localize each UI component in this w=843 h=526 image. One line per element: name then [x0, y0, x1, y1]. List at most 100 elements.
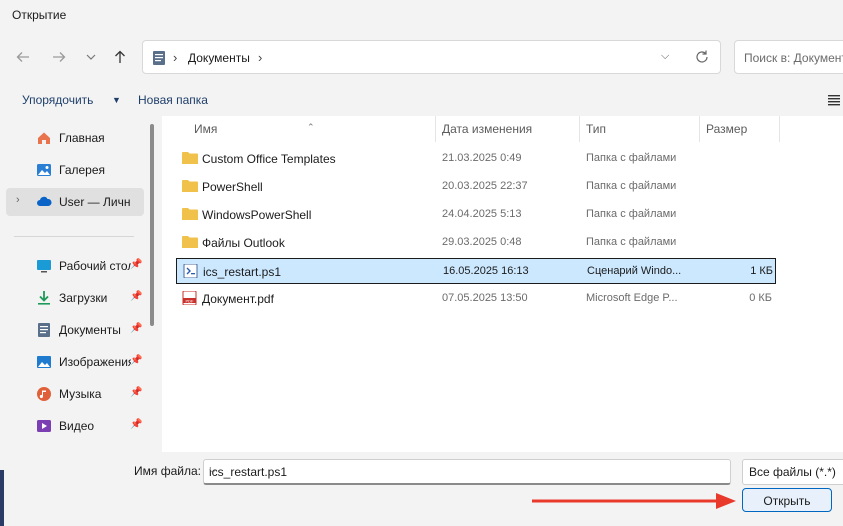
- annotation-arrow-icon: [532, 493, 736, 509]
- file-row[interactable]: PDF Документ.pdf 07.05.2025 13:50 Micros…: [176, 286, 776, 312]
- pin-icon[interactable]: 📌: [130, 387, 142, 398]
- sidebar-item-label: User — Личное: [59, 195, 131, 209]
- command-bar: Упорядочить ▼ Новая папка: [0, 86, 843, 114]
- column-divider[interactable]: [699, 116, 700, 142]
- pdf-file-icon: PDF: [182, 291, 197, 305]
- refresh-icon[interactable]: [693, 48, 711, 66]
- file-date: 20.03.2025 22:37: [442, 180, 528, 192]
- open-file-dialog: Открытие › Документы › ⌵ Поиск в: Докуме…: [0, 0, 843, 526]
- back-button[interactable]: [10, 44, 36, 70]
- folder-icon: [182, 152, 198, 164]
- pin-icon[interactable]: 📌: [130, 259, 142, 270]
- file-name: Custom Office Templates: [202, 152, 336, 166]
- desktop-icon: [37, 260, 51, 273]
- sidebar-item-documents[interactable]: Документы 📌: [6, 316, 144, 344]
- sidebar-item-gallery[interactable]: Галерея: [6, 156, 144, 184]
- chevron-down-icon: [86, 54, 96, 60]
- file-row[interactable]: PowerShell 20.03.2025 22:37 Папка с файл…: [176, 174, 776, 200]
- sidebar-item-pictures[interactable]: Изображения 📌: [6, 348, 144, 376]
- sidebar-item-label: Музыка: [59, 387, 102, 401]
- folder-icon: [182, 208, 198, 220]
- folder-icon: [182, 180, 198, 192]
- sidebar-item-label: Галерея: [59, 163, 106, 177]
- breadcrumb-separator[interactable]: ›: [258, 50, 262, 65]
- file-size: 1 КБ: [750, 265, 773, 277]
- filename-label: Имя файла:: [134, 464, 201, 478]
- documents-icon: [38, 323, 50, 337]
- filename-input[interactable]: ics_restart.ps1 ⌵: [203, 459, 731, 485]
- sidebar-divider: [14, 236, 134, 237]
- chevron-down-icon[interactable]: ⌵: [209, 465, 723, 476]
- arrow-up-icon: [115, 50, 125, 63]
- file-type: Папка с файлами: [586, 152, 677, 164]
- recent-locations-button[interactable]: [78, 44, 104, 70]
- file-type: Папка с файлами: [586, 180, 677, 192]
- sidebar-item-label: Видео: [59, 419, 95, 433]
- file-size: 0 КБ: [749, 292, 772, 304]
- pictures-icon: [37, 356, 51, 368]
- column-header-date[interactable]: Дата изменения: [442, 122, 532, 136]
- sidebar-item-label: Загрузки: [59, 291, 108, 305]
- sidebar-item-video[interactable]: Видео 📌: [6, 412, 144, 440]
- document-location-icon: [153, 51, 165, 65]
- file-type-filter[interactable]: Все файлы (*.*): [742, 459, 843, 485]
- sort-ascending-icon: ⌃: [307, 122, 315, 132]
- new-folder-button[interactable]: Новая папка: [138, 93, 208, 107]
- address-bar[interactable]: › Документы › ⌵: [142, 40, 721, 74]
- file-date: 29.03.2025 0:48: [442, 236, 522, 248]
- breadcrumb-documents[interactable]: Документы: [188, 51, 250, 65]
- title-bar: Открытие: [0, 0, 843, 32]
- navigation-pane: Главная Галерея › User — Личное Рабочий …: [0, 116, 150, 452]
- file-row[interactable]: Custom Office Templates 21.03.2025 0:49 …: [176, 146, 776, 172]
- sidebar-item-home[interactable]: Главная: [6, 124, 144, 152]
- file-row-selected[interactable]: ics_restart.ps1 16.05.2025 16:13 Сценари…: [176, 258, 776, 284]
- organize-dropdown-icon[interactable]: ▼: [112, 95, 121, 105]
- dialog-title: Открытие: [12, 8, 67, 22]
- column-divider[interactable]: [579, 116, 580, 142]
- column-divider[interactable]: [435, 116, 436, 142]
- open-button[interactable]: Открыть: [742, 488, 832, 512]
- search-input[interactable]: Поиск в: Документы: [734, 40, 843, 74]
- organize-button[interactable]: Упорядочить: [22, 93, 93, 107]
- file-name: ics_restart.ps1: [203, 265, 282, 279]
- file-name: Документ.pdf: [202, 292, 274, 306]
- column-header-type[interactable]: Тип: [586, 122, 606, 136]
- chevron-right-icon[interactable]: ›: [16, 194, 20, 206]
- column-header-size[interactable]: Размер: [706, 122, 747, 136]
- onedrive-cloud-icon: [37, 196, 52, 206]
- sidebar-item-label: Документы: [59, 323, 121, 337]
- search-placeholder: Поиск в: Документы: [744, 51, 843, 65]
- column-divider[interactable]: [779, 116, 780, 142]
- file-row[interactable]: WindowsPowerShell 24.04.2025 5:13 Папка …: [176, 202, 776, 228]
- download-icon: [38, 291, 50, 305]
- sidebar-item-downloads[interactable]: Загрузки 📌: [6, 284, 144, 312]
- pin-icon[interactable]: 📌: [130, 323, 142, 334]
- view-options-icon[interactable]: [828, 94, 840, 106]
- pin-icon[interactable]: 📌: [130, 291, 142, 302]
- sidebar-item-label: Изображения: [59, 355, 131, 369]
- file-name: Файлы Outlook: [202, 236, 285, 250]
- sidebar-scrollbar[interactable]: [150, 124, 154, 326]
- sidebar-item-music[interactable]: Музыка 📌: [6, 380, 144, 408]
- filter-value: Все файлы (*.*): [749, 465, 836, 479]
- file-date: 16.05.2025 16:13: [443, 265, 529, 277]
- background-window-edge: [0, 470, 4, 526]
- folder-icon: [182, 236, 198, 248]
- address-dropdown-icon[interactable]: ⌵: [661, 50, 669, 63]
- pin-icon[interactable]: 📌: [130, 419, 142, 430]
- sidebar-item-user-personal[interactable]: › User — Личное: [6, 188, 144, 216]
- pin-icon[interactable]: 📌: [130, 355, 142, 366]
- column-header-name[interactable]: Имя: [194, 122, 217, 136]
- arrow-left-icon: [16, 52, 29, 62]
- file-row[interactable]: Файлы Outlook 29.03.2025 0:48 Папка с фа…: [176, 230, 776, 256]
- navigation-bar: › Документы › ⌵ Поиск в: Документы: [0, 34, 843, 80]
- sidebar-item-desktop[interactable]: Рабочий стол 📌: [6, 252, 144, 280]
- file-date: 21.03.2025 0:49: [442, 152, 522, 164]
- gallery-icon: [37, 164, 51, 176]
- home-icon: [38, 132, 50, 144]
- video-icon: [37, 420, 51, 432]
- up-button[interactable]: [107, 44, 133, 70]
- breadcrumb-separator: ›: [173, 50, 178, 65]
- file-name: WindowsPowerShell: [202, 208, 312, 222]
- forward-button[interactable]: [46, 44, 72, 70]
